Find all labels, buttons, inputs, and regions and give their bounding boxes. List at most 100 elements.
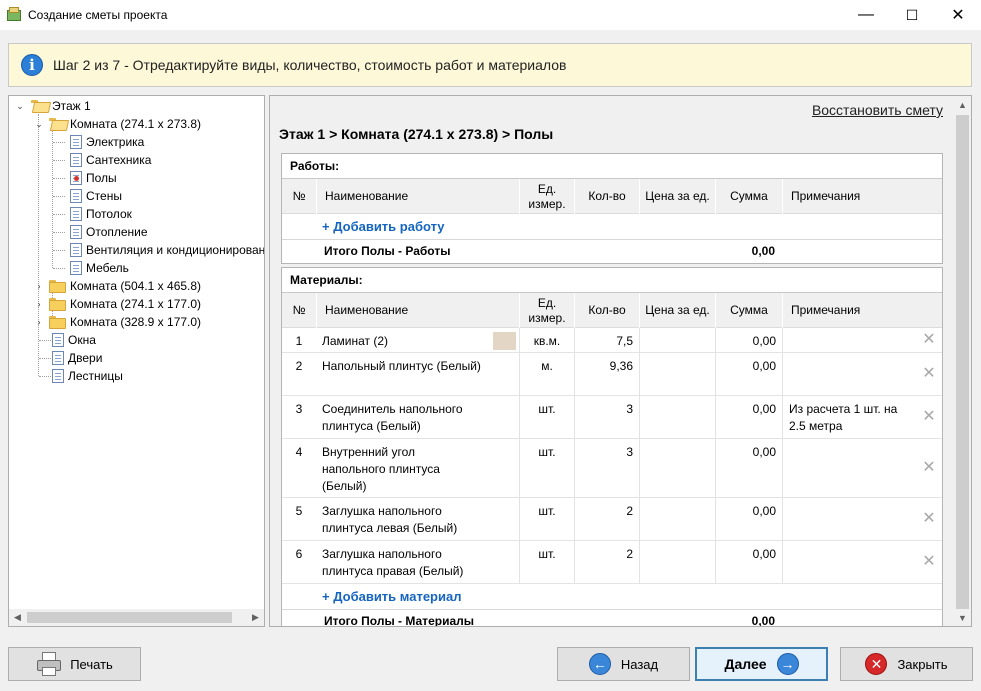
col-qty-header: Кол-во bbox=[574, 293, 639, 328]
scrollbar-thumb[interactable] bbox=[27, 612, 232, 623]
material-name[interactable]: Заглушка напольного плинтуса левая (Белы… bbox=[322, 498, 492, 540]
document-icon bbox=[52, 369, 64, 383]
document-icon bbox=[70, 243, 82, 257]
col-name-header: Наименование bbox=[316, 293, 519, 328]
next-button[interactable]: Далее → bbox=[695, 647, 828, 681]
material-unit: шт. bbox=[519, 396, 574, 438]
chevron-right-icon[interactable]: › bbox=[34, 281, 44, 291]
folder-icon bbox=[49, 279, 66, 293]
material-row[interactable]: 2 Напольный плинтус (Белый) м. 9,36 0,00… bbox=[282, 353, 942, 396]
tree-item-heating[interactable]: Отопление bbox=[70, 223, 148, 241]
tree-item-label: Сантехника bbox=[86, 153, 152, 167]
tree-item-label: Полы bbox=[86, 171, 117, 185]
scroll-left-icon[interactable]: ◀ bbox=[9, 609, 26, 626]
panel-vertical-scrollbar[interactable]: ▲ ▼ bbox=[954, 96, 971, 626]
tree-item-room-4[interactable]: Комната (328.9 x 177.0) bbox=[49, 313, 201, 331]
material-notes[interactable] bbox=[782, 541, 944, 583]
chevron-right-icon[interactable]: › bbox=[34, 299, 44, 309]
materials-total-value: 0,00 bbox=[751, 614, 775, 627]
tree-item-floor-1[interactable]: Этаж 1 bbox=[31, 97, 91, 115]
delete-row-icon[interactable]: ✕ bbox=[922, 366, 936, 382]
tree-item-doors[interactable]: Двери bbox=[52, 349, 102, 367]
works-title: Работы: bbox=[282, 154, 942, 179]
tree-item-room-1[interactable]: Комната (274.1 x 273.8) bbox=[49, 115, 201, 133]
estimate-panel: Восстановить смету Этаж 1 > Комната (274… bbox=[269, 95, 972, 627]
material-price[interactable] bbox=[639, 439, 715, 497]
tree-item-stairs[interactable]: Лестницы bbox=[52, 367, 123, 385]
material-notes[interactable] bbox=[782, 353, 944, 395]
title-bar: Создание сметы проекта — ☐ ✕ bbox=[0, 0, 981, 30]
tree-item-label: Окна bbox=[68, 333, 96, 347]
folder-open-icon bbox=[31, 99, 52, 113]
tree-item-windows[interactable]: Окна bbox=[52, 331, 96, 349]
tree-item-label: Стены bbox=[86, 189, 122, 203]
close-icon: ✕ bbox=[865, 653, 888, 675]
add-material-link[interactable]: + Добавить материал bbox=[322, 589, 461, 604]
material-price[interactable] bbox=[639, 328, 715, 352]
tree-item-room-3[interactable]: Комната (274.1 x 177.0) bbox=[49, 295, 201, 313]
tree-item-walls[interactable]: Стены bbox=[70, 187, 122, 205]
material-sum: 0,00 bbox=[715, 396, 782, 438]
material-qty[interactable]: 3 bbox=[574, 439, 639, 497]
material-row[interactable]: 1 Ламинат (2) кв.м. 7,5 0,00 ✕ bbox=[282, 328, 942, 353]
material-row[interactable]: 5 Заглушка напольного плинтуса левая (Бе… bbox=[282, 498, 942, 541]
material-qty[interactable]: 2 bbox=[574, 541, 639, 583]
material-price[interactable] bbox=[639, 396, 715, 438]
material-name[interactable]: Напольный плинтус (Белый) bbox=[322, 353, 492, 395]
material-price[interactable] bbox=[639, 498, 715, 540]
material-row[interactable]: 4 Внутренний угол напольного плинтуса (Б… bbox=[282, 439, 942, 498]
scroll-up-icon[interactable]: ▲ bbox=[954, 96, 971, 113]
tree-item-electrics[interactable]: Электрика bbox=[70, 133, 144, 151]
chevron-down-icon[interactable]: ⌄ bbox=[34, 119, 44, 129]
material-notes[interactable]: Из расчета 1 шт. на 2.5 метра bbox=[782, 396, 912, 438]
tree-item-ceiling[interactable]: Потолок bbox=[70, 205, 132, 223]
scroll-down-icon[interactable]: ▼ bbox=[954, 609, 971, 626]
material-qty[interactable]: 7,5 bbox=[574, 328, 639, 352]
delete-row-icon[interactable]: ✕ bbox=[922, 460, 936, 476]
material-price[interactable] bbox=[639, 353, 715, 395]
material-name[interactable]: Ламинат (2) bbox=[322, 328, 492, 352]
material-sum: 0,00 bbox=[715, 439, 782, 497]
close-window-button[interactable]: ✕ bbox=[935, 0, 981, 30]
minimize-button[interactable]: — bbox=[843, 0, 889, 30]
tree-item-label: Электрика bbox=[86, 135, 145, 149]
row-num: 1 bbox=[295, 334, 303, 348]
delete-row-icon[interactable]: ✕ bbox=[922, 332, 936, 348]
close-button[interactable]: ✕ Закрыть bbox=[840, 647, 973, 681]
material-notes[interactable] bbox=[782, 328, 944, 352]
material-qty[interactable]: 9,36 bbox=[574, 353, 639, 395]
tree-item-room-2[interactable]: Комната (504.1 x 465.8) bbox=[49, 277, 201, 295]
chevron-right-icon[interactable]: › bbox=[34, 317, 44, 327]
material-name[interactable]: Заглушка напольного плинтуса правая (Бел… bbox=[322, 541, 492, 583]
material-name[interactable]: Внутренний угол напольного плинтуса (Бел… bbox=[322, 439, 457, 497]
tree-horizontal-scrollbar[interactable]: ◀ ▶ bbox=[9, 609, 264, 626]
material-qty[interactable]: 3 bbox=[574, 396, 639, 438]
maximize-button[interactable]: ☐ bbox=[889, 0, 935, 30]
tree-item-furniture[interactable]: Мебель bbox=[70, 259, 129, 277]
tree-item-ventilation[interactable]: Вентиляция и кондиционирование bbox=[70, 241, 264, 259]
scrollbar-thumb[interactable] bbox=[956, 115, 969, 609]
tree-item-plumbing[interactable]: Сантехника bbox=[70, 151, 151, 169]
back-button[interactable]: ← Назад bbox=[557, 647, 690, 681]
restore-estimate-link[interactable]: Восстановить смету bbox=[812, 102, 943, 118]
material-price[interactable] bbox=[639, 541, 715, 583]
print-button[interactable]: Печать bbox=[8, 647, 141, 681]
add-work-link[interactable]: + Добавить работу bbox=[322, 219, 445, 234]
material-row[interactable]: 3 Соединитель напольного плинтуса (Белый… bbox=[282, 396, 942, 439]
material-qty[interactable]: 2 bbox=[574, 498, 639, 540]
tree-item-floors[interactable]: Полы bbox=[70, 169, 117, 187]
delete-row-icon[interactable]: ✕ bbox=[922, 511, 936, 527]
material-notes[interactable] bbox=[782, 498, 944, 540]
delete-row-icon[interactable]: ✕ bbox=[922, 554, 936, 570]
material-name[interactable]: Соединитель напольного плинтуса (Белый) bbox=[322, 396, 492, 438]
project-tree[interactable]: ⌄ Этаж 1 ⌄ Комната (274.1 x 273.8) Элект… bbox=[8, 95, 265, 627]
col-name-header: Наименование bbox=[316, 179, 519, 214]
chevron-down-icon[interactable]: ⌄ bbox=[15, 101, 25, 111]
delete-row-icon[interactable]: ✕ bbox=[922, 409, 936, 425]
scroll-right-icon[interactable]: ▶ bbox=[247, 609, 264, 626]
material-row[interactable]: 6 Заглушка напольного плинтуса правая (Б… bbox=[282, 541, 942, 584]
tree-item-label: Мебель bbox=[86, 261, 129, 275]
material-sum: 0,00 bbox=[715, 328, 782, 352]
material-notes[interactable] bbox=[782, 439, 944, 497]
document-icon bbox=[52, 333, 64, 347]
